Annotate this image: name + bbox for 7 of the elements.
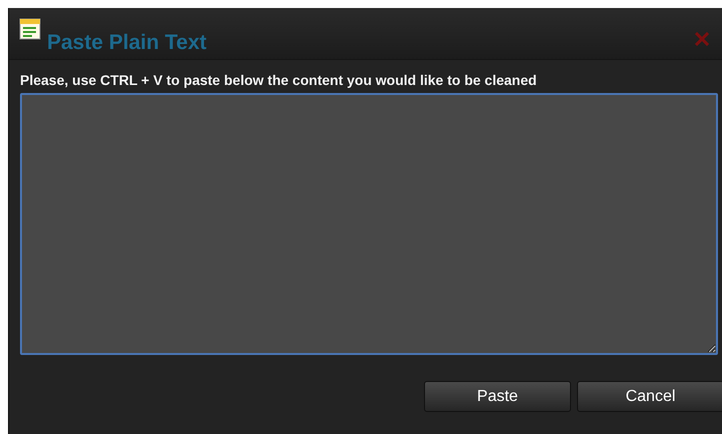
window-title: Paste Plain Text [47,31,207,55]
document-icon [19,18,41,40]
close-icon[interactable] [695,32,709,46]
cancel-button[interactable]: Cancel [577,381,722,412]
content-field[interactable] [20,93,718,355]
paste-button[interactable]: Paste [424,381,571,412]
instruction-text: Please, use CTRL + V to paste below the content you would like to be cleaned [20,72,538,88]
